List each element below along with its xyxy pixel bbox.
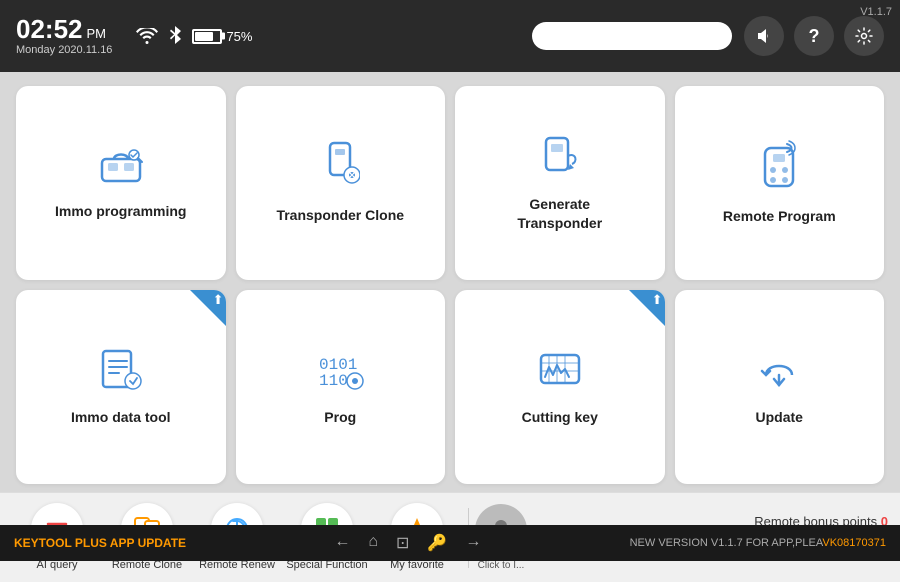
prog-label: Prog <box>324 408 356 426</box>
forward-icon[interactable]: → <box>465 533 481 553</box>
generate-icon <box>538 134 582 185</box>
back-icon[interactable]: ← <box>334 533 350 553</box>
wifi-icon <box>136 28 158 44</box>
svg-text:110: 110 <box>319 372 348 390</box>
cutting-key-label: Cutting key <box>522 408 598 426</box>
battery-icon <box>192 29 222 44</box>
settings-button[interactable] <box>844 16 884 56</box>
version-tag: V1.1.7 <box>860 6 892 18</box>
generate-transponder-label: GenerateTransponder <box>517 195 602 231</box>
main-grid: Immo programming Transponder Clone Gener… <box>0 72 900 492</box>
card-cutting-key[interactable]: ⬆ Cutting key <box>455 290 665 484</box>
help-button[interactable]: ? <box>794 16 834 56</box>
immo-data-tool-label: Immo data tool <box>71 408 171 426</box>
top-action-icons: ? <box>744 16 884 56</box>
immo-programming-label: Immo programming <box>55 202 186 220</box>
update-icon <box>754 347 804 398</box>
update-notice: KEYTOOL PLUS APP UPDATE <box>14 536 186 550</box>
cloud-upload-icon-immo: ⬆ <box>213 292 224 308</box>
remote-icon <box>761 140 797 197</box>
avatar-label: Click to I... <box>478 560 525 571</box>
prog-icon: 0101 110 <box>315 347 365 398</box>
card-update[interactable]: Update <box>675 290 885 484</box>
time-ampm: PM <box>87 27 107 40</box>
cloud-upload-icon-cutting: ⬆ <box>652 292 663 308</box>
search-bar[interactable] <box>532 22 732 50</box>
card-immo-data-tool[interactable]: ⬆ Immo data tool <box>16 290 226 484</box>
time-display: 02:52 PM <box>16 16 112 42</box>
volume-button[interactable] <box>744 16 784 56</box>
home-icon[interactable]: ⌂ <box>368 533 378 553</box>
card-transponder-clone[interactable]: Transponder Clone <box>236 86 446 280</box>
immo-icon <box>96 145 146 192</box>
nav-bar-icons: ← ⌂ ⊡ 🔑 → <box>334 533 481 553</box>
card-generate-transponder[interactable]: GenerateTransponder <box>455 86 665 280</box>
status-bar: KEYTOOL PLUS APP UPDATE ← ⌂ ⊡ 🔑 → NEW VE… <box>0 525 900 561</box>
transponder-icon <box>320 141 360 196</box>
battery-percent: 75% <box>226 29 252 44</box>
data-icon <box>99 347 143 398</box>
version-notice-text: NEW VERSION V1.1.7 FOR APP,PLEA <box>630 537 823 549</box>
remote-program-label: Remote Program <box>723 207 836 225</box>
card-prog[interactable]: 0101 110 Prog <box>236 290 446 484</box>
battery-block: 75% <box>192 29 252 44</box>
date-display: Monday 2020.11.16 <box>16 44 112 56</box>
search-input[interactable] <box>546 28 727 44</box>
battery-fill <box>195 32 213 41</box>
key-icon[interactable]: 🔑 <box>427 533 447 553</box>
top-bar: V1.1.7 02:52 PM Monday 2020.11.16 75% <box>0 0 900 72</box>
card-immo-programming[interactable]: Immo programming <box>16 86 226 280</box>
status-icons: 75% <box>136 26 252 46</box>
time-value: 02:52 <box>16 16 83 42</box>
transponder-clone-label: Transponder Clone <box>276 206 404 224</box>
bluetooth-icon <box>168 26 182 46</box>
version-code: VK08170371 <box>822 537 886 549</box>
update-label: Update <box>756 408 803 426</box>
version-notice: NEW VERSION V1.1.7 FOR APP,PLEAVK0817037… <box>630 537 886 549</box>
cutting-icon <box>535 347 585 398</box>
card-remote-program[interactable]: Remote Program <box>675 86 885 280</box>
time-block: 02:52 PM Monday 2020.11.16 <box>16 16 112 56</box>
recents-icon[interactable]: ⊡ <box>396 533 409 553</box>
